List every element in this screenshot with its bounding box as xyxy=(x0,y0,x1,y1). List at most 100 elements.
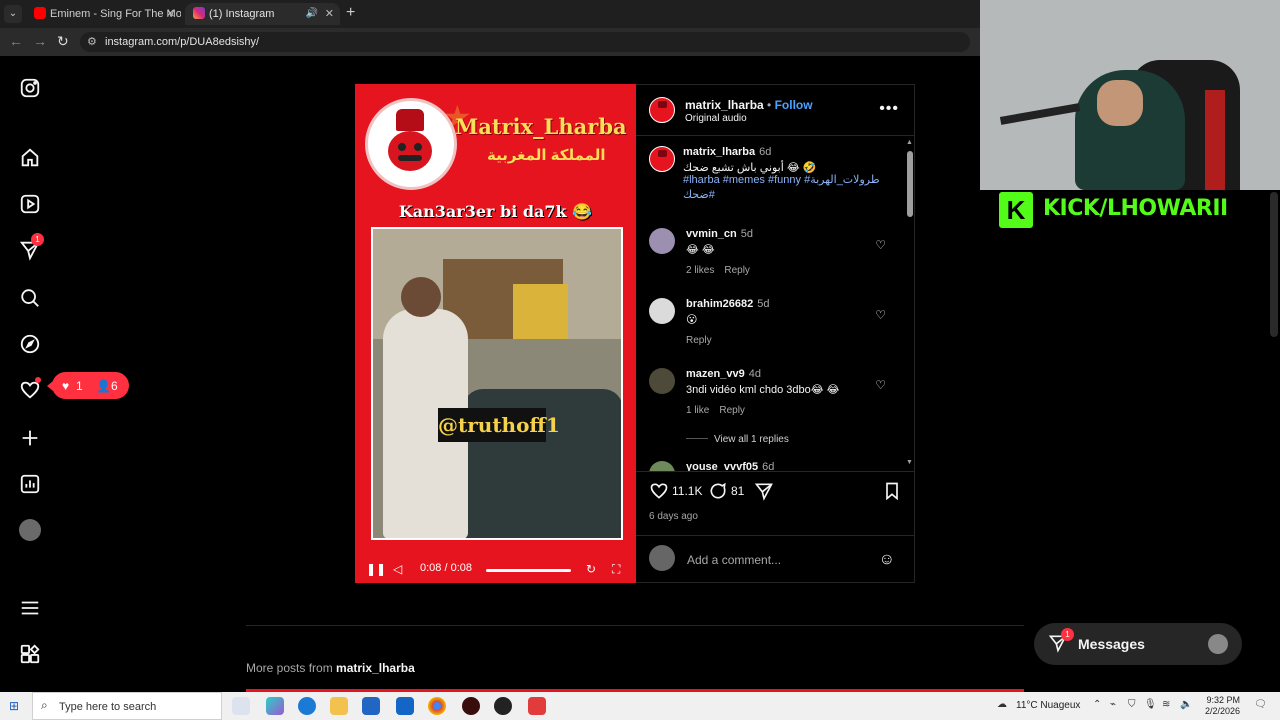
speaker-icon[interactable]: 🔊 xyxy=(306,3,318,25)
explore-icon[interactable] xyxy=(19,333,41,355)
task-view-icon[interactable] xyxy=(232,697,250,715)
wifi-icon[interactable]: ≋ xyxy=(1162,699,1170,710)
author-avatar[interactable] xyxy=(649,97,675,123)
profile-avatar[interactable] xyxy=(19,519,41,541)
also-from-meta-icon[interactable] xyxy=(19,643,41,665)
scroll-down-icon[interactable]: ▼ xyxy=(906,459,913,466)
author-username[interactable]: matrix_lharba xyxy=(685,98,764,112)
divider xyxy=(246,625,1024,626)
close-icon[interactable]: ✕ xyxy=(166,3,175,25)
comment-username[interactable]: youse_vvvf05 xyxy=(686,461,758,471)
back-icon[interactable]: ← xyxy=(9,33,23,49)
notifications-popup[interactable]: ♥ 1 👤 6 xyxy=(47,372,129,399)
taskbar-search[interactable]: ⌕ Type here to search xyxy=(32,692,222,720)
copilot-icon[interactable] xyxy=(266,697,284,715)
streamer-webcam xyxy=(980,0,1280,190)
menu-icon[interactable] xyxy=(19,597,41,619)
like-comment-icon[interactable]: ♡ xyxy=(875,238,886,252)
tab-search-button[interactable]: ⌄ xyxy=(4,5,22,23)
fullscreen-icon[interactable]: ⛶ xyxy=(612,562,620,577)
app-icon[interactable] xyxy=(462,697,480,715)
comment-likes[interactable]: 1 like xyxy=(686,405,709,416)
reload-icon[interactable]: ↻ xyxy=(57,33,69,50)
comment-likes[interactable]: 2 likes xyxy=(686,265,714,276)
separator-dot: • xyxy=(767,98,772,112)
volume-icon[interactable]: 🔈 xyxy=(1180,699,1192,710)
network-icon[interactable]: ⌁ xyxy=(1110,699,1116,710)
comment-button[interactable]: 81 xyxy=(708,481,744,501)
comment-username[interactable]: brahim26682 xyxy=(686,298,753,310)
reply-button[interactable]: Reply xyxy=(686,335,712,346)
forward-icon[interactable]: → xyxy=(33,33,47,49)
tab-instagram[interactable]: (1) Instagram 🔊 ✕ xyxy=(185,3,340,25)
comments-scrollbar[interactable]: ▲ ▼ xyxy=(906,139,913,467)
page-scrollbar[interactable] xyxy=(1270,192,1278,337)
video-caption: Kan3ar3er bi da7k 😂 xyxy=(398,202,593,221)
messages-icon[interactable]: 1 xyxy=(19,233,44,261)
like-comment-icon[interactable]: ♡ xyxy=(875,378,886,392)
dashboard-icon[interactable] xyxy=(19,473,41,495)
more-options-icon[interactable]: ••• xyxy=(879,100,899,118)
tab-youtube[interactable]: Eminem - Sing For The Moment ✕ xyxy=(26,3,181,25)
windows-taskbar: ⊞ ⌕ Type here to search ☁ 11°C Nuageux ⌃… xyxy=(0,692,1280,720)
messages-button[interactable]: 1 Messages xyxy=(1034,623,1242,665)
recorder-icon[interactable] xyxy=(528,697,546,715)
post-video[interactable]: ★ Matrix_Lharba المملكة المغربية Kan3ar3… xyxy=(355,84,636,583)
save-button[interactable] xyxy=(882,481,902,501)
close-icon[interactable]: ✕ xyxy=(325,3,334,25)
comment-username[interactable]: mazen_vv9 xyxy=(686,368,745,380)
show-hidden-icons[interactable]: ⌃ xyxy=(1093,699,1101,710)
edge-icon[interactable] xyxy=(298,697,316,715)
weather-text[interactable]: 11°C Nuageux xyxy=(1016,700,1080,711)
replay-icon[interactable]: ↻ xyxy=(586,562,596,576)
original-audio-link[interactable]: Original audio xyxy=(685,113,747,124)
instagram-icon xyxy=(193,7,205,19)
view-replies-button[interactable]: View all 1 replies xyxy=(686,434,799,445)
seek-bar[interactable] xyxy=(486,569,571,572)
store-icon[interactable] xyxy=(362,697,380,715)
avatar[interactable] xyxy=(649,461,675,471)
reels-icon[interactable] xyxy=(19,193,41,215)
caption-avatar[interactable] xyxy=(649,146,675,172)
view-replies-label: View all 1 replies xyxy=(714,434,789,445)
notification-center-icon[interactable]: 🗨 xyxy=(1254,699,1267,710)
tab-title: (1) Instagram xyxy=(209,8,275,20)
home-icon[interactable] xyxy=(19,147,41,169)
instagram-logo-icon[interactable] xyxy=(19,77,41,99)
url-field[interactable]: ⚙ instagram.com/p/DUA8edsishy/ xyxy=(80,32,970,52)
new-tab-button[interactable]: + xyxy=(346,4,355,22)
obs-icon[interactable] xyxy=(494,697,512,715)
messages-badge: 1 xyxy=(31,233,44,246)
pause-icon[interactable]: ❚❚ xyxy=(366,562,386,576)
avatar[interactable] xyxy=(649,368,675,394)
site-info-icon[interactable]: ⚙ xyxy=(87,35,97,48)
reply-button[interactable]: Reply xyxy=(719,405,745,416)
windows-start-icon[interactable]: ⊞ xyxy=(9,699,23,713)
avatar[interactable] xyxy=(649,298,675,324)
like-comment-icon[interactable]: ♡ xyxy=(875,308,886,322)
search-icon[interactable] xyxy=(19,287,41,309)
chrome-icon[interactable] xyxy=(428,697,446,715)
avatar[interactable] xyxy=(649,228,675,254)
caption-hashtags[interactable]: #lharba #memes #funny #طرولات_الهربة #ضح… xyxy=(683,173,898,203)
scroll-up-icon[interactable]: ▲ xyxy=(906,139,913,146)
like-button[interactable]: 11.1K xyxy=(649,481,702,501)
scroll-thumb[interactable] xyxy=(907,151,913,217)
comment-username[interactable]: vvmin_cn xyxy=(686,228,737,240)
security-icon[interactable]: ⛉ xyxy=(1128,699,1136,710)
more-posts-username[interactable]: matrix_lharba xyxy=(336,661,415,675)
notifications-heart-icon[interactable] xyxy=(19,377,41,401)
mail-icon[interactable] xyxy=(396,697,414,715)
comment-user: brahim26682 5d xyxy=(686,298,770,310)
emoji-icon[interactable]: ☺ xyxy=(879,551,895,569)
microphone-icon[interactable]: 🎙 xyxy=(1144,699,1157,710)
file-explorer-icon[interactable] xyxy=(330,697,348,715)
share-button[interactable] xyxy=(754,481,774,501)
caption-username[interactable]: matrix_lharba xyxy=(683,146,755,158)
clock[interactable]: 9:32 PM 2/2/2026 xyxy=(1205,695,1240,717)
create-icon[interactable] xyxy=(19,427,41,449)
volume-icon[interactable]: ◁ xyxy=(393,562,402,576)
reply-button[interactable]: Reply xyxy=(724,265,750,276)
add-comment-field[interactable]: Add a comment... xyxy=(687,553,781,567)
follow-button[interactable]: Follow xyxy=(775,98,813,112)
